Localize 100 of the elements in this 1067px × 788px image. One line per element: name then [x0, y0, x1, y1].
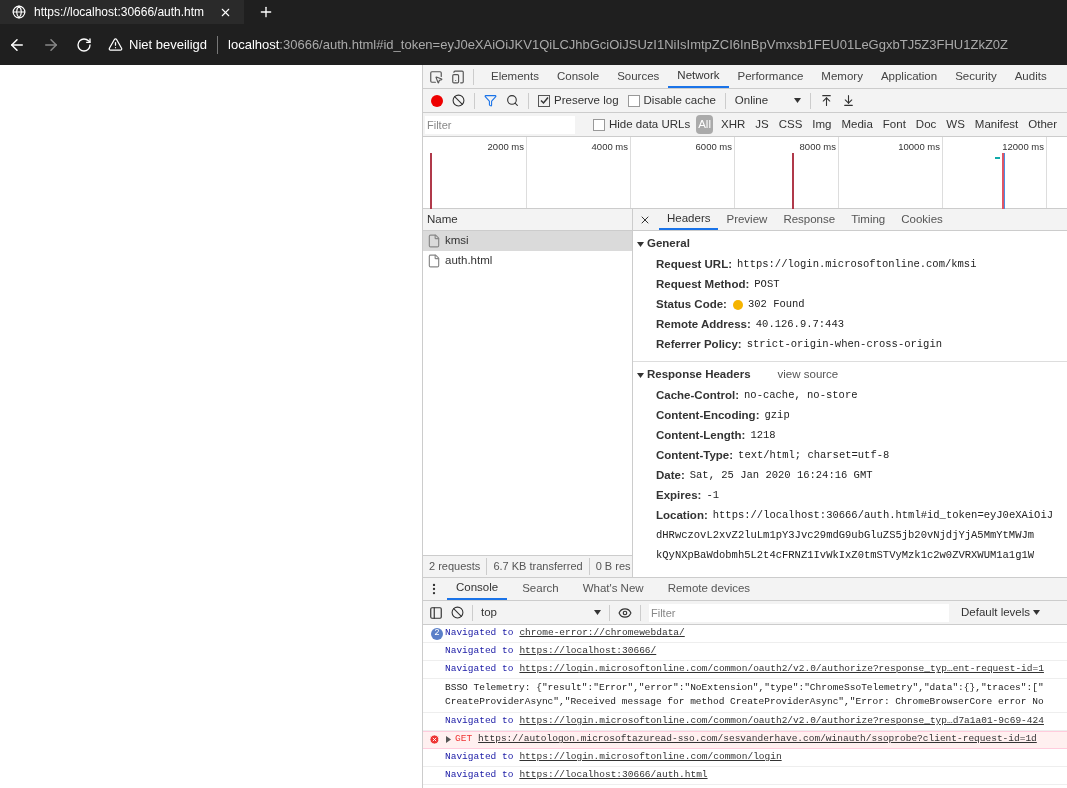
type-filter[interactable]: Media	[839, 114, 875, 135]
console-message: Navigated to	[445, 662, 514, 677]
console-link[interactable]: https://login.microsoftonline.com/common/login	[519, 749, 782, 765]
search-icon[interactable]	[506, 94, 519, 107]
detail-tab[interactable]: Response	[775, 209, 844, 230]
throttling-select[interactable]: Online	[734, 91, 801, 110]
expand-arrow-icon	[445, 736, 452, 743]
sidebar-icon[interactable]	[429, 605, 443, 620]
import-icon[interactable]	[819, 94, 833, 107]
checkbox-label: Hide data URLs	[609, 116, 691, 132]
devtools-tab[interactable]: Application	[871, 65, 947, 88]
header-value: https://login.microsoftonline.com/kmsi	[737, 257, 977, 273]
console-message: BSSO Telemetry: {"result":"Error","error":"NoExtension","type":"ChromeSsoTelemetry","data":{},"traces":[" CreateProviderAsync","Received message for method CreateProviderAsync","Error: ChromeBrowserCore error No	[423, 679, 1067, 713]
devtools-tab[interactable]: Elements	[482, 65, 548, 88]
console-link[interactable]: https://autologon.microsoftazuread-sso.com/sesvanderhave.com/winauth/ssoprobe?client-request-id=1d	[478, 732, 1037, 747]
console-link[interactable]: https://localhost:30666/auth.html	[519, 767, 708, 783]
header-name: Cache-Control:	[656, 388, 740, 404]
record-button[interactable]	[431, 94, 443, 107]
inspect-icon[interactable]	[429, 69, 443, 84]
context-select[interactable]: top	[481, 603, 601, 622]
request-row[interactable]: auth.html	[423, 251, 632, 271]
summary-text: 6.7 KB transferred	[487, 558, 590, 575]
checkbox[interactable]	[593, 118, 605, 131]
header-value: gzip	[764, 408, 790, 424]
header-name: Expires:	[656, 488, 702, 504]
clear-icon[interactable]	[452, 94, 465, 107]
drawer-tab[interactable]: What's New	[573, 578, 653, 600]
detail-tab[interactable]: Preview	[718, 209, 776, 230]
section-header[interactable]: Response Headers	[647, 366, 751, 384]
url-text: localhost:30666/auth.html#id_token=eyJ0eXAiOiJKV1QiLCJhbGciOiJSUzI1NiIsImtpZCI6InBpVmxsb1FEU01LeGgxbTJ5Z3FHU1ZkZ0Z	[228, 35, 1009, 54]
checkbox[interactable]	[627, 94, 640, 107]
reload-icon[interactable]	[76, 36, 92, 53]
console-message: Navigated to	[445, 644, 514, 659]
clear-icon[interactable]	[451, 606, 464, 619]
header-value: Sat, 25 Jan 2020 16:24:16 GMT	[689, 468, 873, 484]
type-filter[interactable]: Manifest	[972, 114, 1021, 135]
device-icon[interactable]	[451, 69, 465, 84]
header-name: Remote Address:	[656, 317, 751, 333]
checkbox[interactable]	[538, 94, 550, 107]
disclosure-triangle-icon	[637, 240, 644, 248]
header-name: Request Method:	[656, 277, 750, 293]
filter-field[interactable]: Filter	[649, 603, 949, 622]
header-value: no-cache, no-store	[744, 388, 858, 404]
console-message: Navigated to	[445, 626, 514, 641]
browser-tab[interactable]: https://localhost:30666/auth.htm	[0, 0, 244, 24]
detail-tab[interactable]: Timing	[843, 209, 894, 230]
header-value: 1218	[750, 428, 776, 444]
header-value: -1	[706, 488, 719, 504]
type-filter[interactable]: CSS	[776, 114, 805, 135]
drawer-tab[interactable]: Search	[513, 578, 568, 600]
devtools-tab[interactable]: Memory	[812, 65, 872, 88]
type-filter[interactable]: WS	[944, 114, 967, 135]
summary-text: 0 B res	[589, 558, 632, 575]
header-value: text/html; charset=utf-8	[738, 448, 890, 464]
timeline-tick: 10000 ms	[898, 140, 940, 154]
header-name: Location:	[656, 508, 708, 524]
type-filter[interactable]: Img	[810, 114, 834, 135]
devtools-tab[interactable]: Security	[946, 65, 1006, 88]
header-value: POST	[754, 277, 780, 293]
header-name: Content-Length:	[656, 428, 746, 444]
console-link[interactable]: https://login.microsoftonline.com/common/oauth2/v2.0/authorize?response_typ…ent-request-id=1	[519, 662, 1044, 677]
console-message: Navigated to	[445, 749, 514, 764]
header-name: Content-Type:	[656, 448, 734, 464]
devtools-tab[interactable]: Sources	[608, 65, 669, 88]
devtools-tab[interactable]: Performance	[728, 65, 813, 88]
devtools-tab[interactable]: Audits	[1005, 65, 1056, 88]
type-filter[interactable]: Other	[1026, 114, 1060, 135]
caret-icon	[1033, 609, 1041, 616]
type-filter[interactable]: Font	[880, 114, 908, 135]
detail-tab[interactable]: Headers	[659, 209, 719, 230]
summary-text: 2 requests	[423, 558, 488, 575]
checkbox-label: Preserve log	[554, 92, 619, 108]
type-filter[interactable]: JS	[753, 114, 771, 135]
type-filter[interactable]: XHR	[718, 114, 748, 135]
new-tab-icon[interactable]	[258, 4, 274, 20]
devtools-tab[interactable]: Console	[547, 65, 609, 88]
view-source-link[interactable]: view source	[777, 366, 839, 384]
export-icon[interactable]	[841, 94, 855, 107]
filter-icon[interactable]	[484, 94, 497, 107]
header-value: 40.126.9.7:443	[755, 317, 844, 333]
eye-icon[interactable]	[618, 605, 632, 620]
header-name: Status Code:	[656, 297, 727, 313]
console-message: Navigated to	[445, 767, 514, 782]
header-value: https://localhost:30666/auth.html#id_token=eyJ0eXAiOiJ	[712, 508, 1053, 524]
timeline-tick: 8000 ms	[799, 140, 836, 154]
console-link[interactable]: chrome-error://chromewebdata/	[519, 626, 685, 641]
console-link[interactable]: https://login.microsoftonline.com/common/oauth2/v2.0/authorize?response_typ…d7a1a01-9c69-424	[519, 713, 1044, 729]
detail-tab[interactable]: Cookies	[893, 209, 951, 230]
timeline-tick: 4000 ms	[591, 140, 628, 154]
globe-icon	[12, 5, 26, 19]
drawer-tab[interactable]: Remote devices	[658, 578, 760, 600]
section-header[interactable]: General	[637, 233, 1063, 255]
file-icon	[427, 234, 441, 248]
header-name: Date:	[656, 468, 685, 484]
request-row[interactable]: kmsi	[423, 231, 632, 251]
levels-select[interactable]: Default levels	[961, 603, 1041, 622]
console-link[interactable]: https://localhost:30666/	[519, 644, 657, 659]
type-filter[interactable]: Doc	[913, 114, 939, 135]
tab-title: https://localhost:30666/auth.htm	[34, 4, 206, 21]
filter-field[interactable]: Filter	[425, 115, 575, 134]
